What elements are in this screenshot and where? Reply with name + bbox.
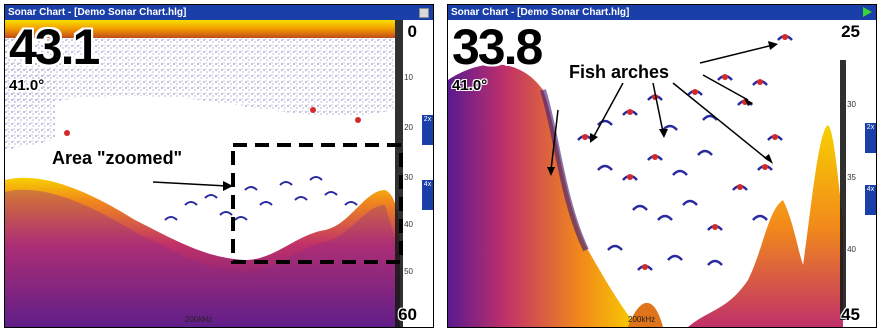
play-icon[interactable] bbox=[863, 7, 872, 17]
depth-tick: 10 bbox=[404, 73, 413, 82]
depth-readout: 43.1 bbox=[9, 19, 100, 75]
window-title: Sonar Chart - [Demo Sonar Chart.hlg] bbox=[8, 7, 187, 18]
depth-scale-bottom: 45 bbox=[841, 305, 860, 324]
window-title-bar[interactable]: Sonar Chart - [Demo Sonar Chart.hlg] bbox=[448, 5, 876, 20]
seabed-slope-left bbox=[448, 64, 638, 327]
callout-area-zoomed: Area "zoomed" bbox=[49, 148, 186, 169]
frequency-label: 200kHz bbox=[185, 315, 213, 324]
depth-scale-top: 0 bbox=[407, 22, 417, 41]
fish-arches-left bbox=[164, 176, 358, 221]
window-title-bar[interactable]: Sonar Chart - [Demo Sonar Chart.hlg] bbox=[5, 5, 433, 20]
depth-tick: 35 bbox=[847, 173, 856, 182]
depth-tick: 50 bbox=[404, 267, 413, 276]
depth-tick: 30 bbox=[847, 100, 856, 109]
sonar-window-left: Sonar Chart - [Demo Sonar Chart.hlg] 43.… bbox=[4, 4, 434, 328]
window-title: Sonar Chart - [Demo Sonar Chart.hlg] bbox=[451, 7, 630, 18]
zoom-4x-button[interactable]: 4x bbox=[865, 185, 876, 215]
depth-scale-top: 25 bbox=[841, 22, 860, 41]
temperature-readout: 41.0° bbox=[452, 77, 488, 94]
zoom-4x-button[interactable]: 4x bbox=[422, 180, 433, 210]
zoom-2x-button[interactable]: 2x bbox=[422, 115, 433, 145]
depth-scale-bottom: 60 bbox=[398, 305, 417, 324]
frequency-label: 200kHz bbox=[628, 315, 656, 324]
depth-tick: 30 bbox=[404, 173, 413, 182]
window-button[interactable] bbox=[419, 8, 429, 18]
temperature-readout: 41.0° bbox=[9, 77, 45, 94]
callout-fish-arches: Fish arches bbox=[566, 62, 673, 83]
depth-tick: 40 bbox=[847, 245, 856, 254]
depth-readout: 33.8 bbox=[452, 19, 543, 75]
sonar-window-right: Sonar Chart - [Demo Sonar Chart.hlg] 33.… bbox=[447, 4, 877, 328]
zoom-2x-button[interactable]: 2x bbox=[865, 123, 876, 153]
depth-tick: 40 bbox=[404, 220, 413, 229]
depth-tick: 20 bbox=[404, 123, 413, 132]
